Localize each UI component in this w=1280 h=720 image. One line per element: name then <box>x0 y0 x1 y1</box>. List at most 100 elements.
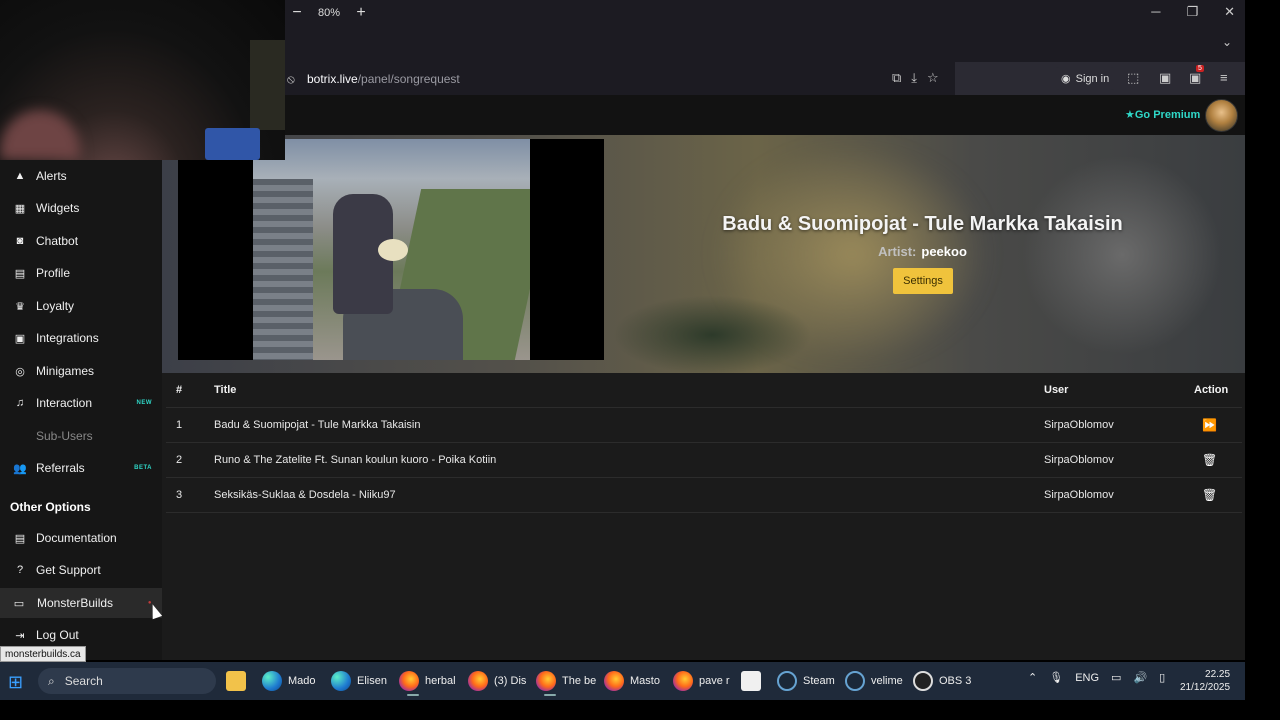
grid-icon: ▦ <box>14 202 26 215</box>
artist-label: Artist: <box>878 244 917 259</box>
sidebar-item-interaction[interactable]: ♫ Interaction NEW <box>0 388 162 418</box>
sidebar-item-monsterbuilds[interactable]: ▭ MonsterBuilds ● <box>0 588 162 618</box>
sidebar-item-widgets[interactable]: ▦ Widgets <box>0 193 162 223</box>
steam-icon <box>777 671 797 691</box>
trash-icon[interactable]: 🗑 <box>1202 453 1217 467</box>
song-queue-table: # Title User Action 1 Badu & Suomipojat … <box>166 373 1242 513</box>
zoom-level[interactable]: 80% <box>318 7 340 19</box>
video-frame <box>253 139 530 360</box>
microphone-icon[interactable]: 🎙 <box>1049 671 1063 684</box>
menu-icon[interactable]: ≡ <box>1220 70 1228 85</box>
sidebar-item-minigames[interactable]: ◎ Minigames <box>0 356 162 386</box>
minimize-icon[interactable]: ─ <box>1151 4 1160 20</box>
extensions-icon[interactable]: ⬚ <box>1127 70 1139 86</box>
zoom-in-button[interactable]: + <box>354 4 368 22</box>
taskbar-app-firefox-2[interactable]: (3) Dis <box>468 670 526 692</box>
taskbar-app-firefox-5[interactable]: pave r <box>673 670 730 692</box>
row-user: SirpaOblomov <box>1044 454 1114 466</box>
sidebar-item-sub-users[interactable]: Sub-Users <box>0 421 162 451</box>
sidebar-item-alerts[interactable]: ▲ Alerts <box>0 161 162 191</box>
window-controls: ─ ❐ ✕ <box>1151 4 1235 20</box>
user-avatar[interactable] <box>1205 99 1238 132</box>
users-icon: 👥 <box>13 462 27 475</box>
list-tabs-icon[interactable]: ⌄ <box>1222 35 1232 49</box>
app-label: (3) Dis <box>494 675 527 687</box>
taskbar-app-edge-1[interactable]: Mado <box>262 670 316 692</box>
trash-icon[interactable]: 🗑 <box>1202 488 1217 502</box>
extension-2-badge: 5 <box>1196 65 1204 72</box>
table-row: 3 Seksikäs-Suklaa & Dosdela - Niiku97 Si… <box>166 478 1242 513</box>
restore-icon[interactable]: ❐ <box>1186 4 1198 20</box>
network-icon[interactable]: ▭ <box>1111 671 1121 684</box>
row-title: Seksikäs-Suklaa & Dosdela - Niiku97 <box>214 489 396 501</box>
firefox-icon <box>673 671 693 691</box>
logout-icon: ⇥ <box>15 629 25 642</box>
url-path: /panel/songrequest <box>357 71 460 86</box>
edge-icon <box>262 671 282 691</box>
save-to-pocket-icon[interactable]: ⤓ <box>911 70 917 86</box>
row-user: SirpaOblomov <box>1044 489 1114 501</box>
sidebar-item-profile[interactable]: ▤ Profile <box>0 258 162 288</box>
picture-in-picture-icon[interactable]: ⧉ <box>892 70 901 86</box>
sidebar-item-label: Profile <box>36 266 71 280</box>
row-title: Badu & Suomipojat - Tule Markka Takaisin <box>214 419 421 431</box>
sidebar-item-referrals[interactable]: 👥 Referrals BETA <box>0 453 162 483</box>
taskbar-search[interactable]: ⌕ Search <box>38 668 216 694</box>
search-label: Search <box>64 674 103 688</box>
sidebar-item-label: Alerts <box>36 169 67 183</box>
sidebar-item-get-support[interactable]: ? Get Support <box>0 555 162 585</box>
search-icon: ⌕ <box>48 673 55 688</box>
sidebar-item-label: Sub-Users <box>36 429 93 443</box>
file-explorer-icon[interactable] <box>226 670 246 692</box>
bookmark-star-icon[interactable]: ☆ <box>927 70 939 86</box>
language-indicator[interactable]: ENG <box>1075 672 1099 684</box>
address-bar[interactable]: ⦸ botrix.live/panel/songrequest <box>285 62 955 95</box>
app-label: Elisen <box>357 675 387 687</box>
taskbar-app-firefox-4[interactable]: Masto <box>604 670 660 692</box>
chevron-up-icon[interactable]: ⌃ <box>1028 671 1037 684</box>
plug-icon: ▣ <box>14 332 26 345</box>
tracking-protection-icon[interactable]: ⦸ <box>287 72 301 86</box>
webcam-overlay <box>0 0 285 160</box>
go-premium-link[interactable]: ★Go Premium <box>1125 108 1200 121</box>
sidebar-item-label: Referrals <box>36 461 85 475</box>
close-icon[interactable]: ✕ <box>1224 4 1235 20</box>
firefox-icon <box>536 671 556 691</box>
taskbar-app-edge-2[interactable]: Elisen <box>331 670 387 692</box>
table-row: 2 Runo & The Zatelite Ft. Sunan koulun k… <box>166 443 1242 478</box>
sidebar-item-chatbot[interactable]: ◙ Chatbot <box>0 226 162 256</box>
url-host: botrix.live <box>307 71 358 86</box>
sign-in-button[interactable]: ◉ Sign in <box>1055 67 1116 90</box>
taskbar-clock[interactable]: 22.25 21/12/2025 <box>1180 668 1230 694</box>
question-icon: ? <box>16 564 24 576</box>
row-number: 3 <box>176 489 183 501</box>
skip-icon[interactable]: ⏩ <box>1202 418 1217 432</box>
volume-icon[interactable]: 🔊 <box>1133 671 1147 684</box>
gamepad-icon: ◎ <box>15 365 25 378</box>
taskbar-app-steam-2[interactable]: velime <box>845 670 903 692</box>
windows-start-icon[interactable]: ⊞ <box>8 672 28 692</box>
taskbar-app-obs[interactable]: OBS 3 <box>913 670 971 692</box>
edge-icon <box>331 671 351 691</box>
app-label: Mado <box>288 675 316 687</box>
clock-date: 21/12/2025 <box>1180 682 1231 693</box>
taskbar-app-steam-1[interactable]: Steam <box>777 670 835 692</box>
sidebar-item-documentation[interactable]: ▤ Documentation <box>0 523 162 553</box>
video-player[interactable] <box>178 139 604 360</box>
extension-1-icon[interactable]: ▣ <box>1159 70 1171 86</box>
app-label: herbal <box>425 675 456 687</box>
link-status-url: monsterbuilds.ca <box>0 646 86 662</box>
table-row: 1 Badu & Suomipojat - Tule Markka Takais… <box>166 408 1242 443</box>
firefox-icon <box>604 671 624 691</box>
battery-icon[interactable]: ▯ <box>1159 671 1165 684</box>
sidebar-item-integrations[interactable]: ▣ Integrations <box>0 323 162 353</box>
taskbar-app-firefox-1[interactable]: herbal <box>399 670 456 696</box>
settings-button[interactable]: Settings <box>893 268 953 294</box>
sidebar-item-loyalty[interactable]: ♛ Loyalty <box>0 291 162 321</box>
go-premium-label: Go Premium <box>1134 109 1201 121</box>
taskbar-app-firefox-3[interactable]: The be <box>536 670 596 696</box>
sidebar-item-label: Integrations <box>36 331 99 345</box>
zoom-out-button[interactable]: − <box>290 4 304 22</box>
extension-2-icon[interactable]: ▣ 5 <box>1189 65 1204 86</box>
store-icon[interactable] <box>741 670 761 692</box>
